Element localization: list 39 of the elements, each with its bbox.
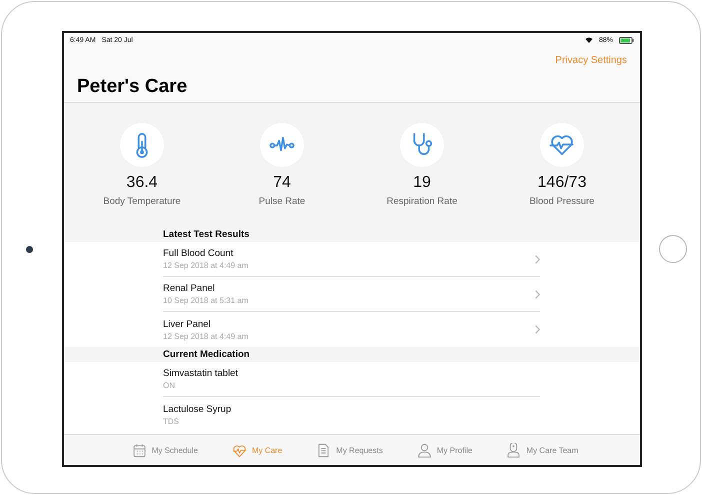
tab-item[interactable]: My Care Team: [506, 442, 578, 458]
row-title: Full Blood Count: [163, 248, 234, 259]
row-title: Lactulose Syrup: [163, 404, 232, 414]
page-title: Peter's Care: [77, 76, 188, 98]
row-subtitle: 12 Sep 2018 at 4:49 am: [163, 261, 250, 270]
vital-label: Body Temperature: [103, 196, 181, 207]
tab-item[interactable]: My Profile: [416, 442, 472, 458]
tab-item[interactable]: My Schedule: [132, 442, 198, 458]
row-title: Liver Panel: [163, 318, 212, 330]
tab-item[interactable]: My Requests: [316, 442, 383, 458]
document-icon: [316, 442, 332, 458]
row-subtitle: 12 Sep 2018 at 4:49 am: [163, 332, 250, 340]
list-row[interactable]: Full Blood Count 12 Sep 2018 at 4:49 am: [163, 242, 540, 277]
tab-item[interactable]: My Care: [232, 442, 282, 458]
privacy-settings-link[interactable]: Privacy Settings: [555, 55, 627, 66]
row-title: Simvastatin tablet: [163, 368, 239, 379]
row-subtitle: 10 Sep 2018 at 5:31 am: [163, 296, 250, 305]
section-header: Latest Test Results: [163, 229, 250, 240]
vital-value: 74: [273, 174, 291, 192]
vital-value: 146/73: [538, 174, 586, 192]
camera-icon: [26, 246, 33, 252]
wifi-icon: [584, 37, 593, 43]
heart-pulse-icon: [232, 442, 247, 458]
row-subtitle: ON: [163, 381, 176, 390]
list-row[interactable]: Liver Panel 12 Sep 2018 at 4:49 am: [163, 312, 540, 347]
calendar-icon: [132, 442, 147, 458]
person-icon: [416, 442, 432, 458]
row-subtitle: TDS: [163, 416, 180, 426]
home-button[interactable]: [659, 235, 687, 263]
section-header: Current Medication: [163, 349, 250, 360]
vital-label: Respiration Rate: [386, 196, 458, 207]
doctor-icon: [506, 442, 522, 458]
row-title: Renal Panel: [163, 283, 216, 294]
battery-icon: [619, 36, 634, 44]
vital-value: 36.4: [126, 174, 158, 192]
vital-label: Blood Pressure: [530, 196, 594, 207]
vital-value: 19: [413, 174, 431, 192]
vital-label: Pulse Rate: [258, 196, 306, 207]
list-row[interactable]: Renal Panel 10 Sep 2018 at 5:31 am: [163, 277, 540, 312]
